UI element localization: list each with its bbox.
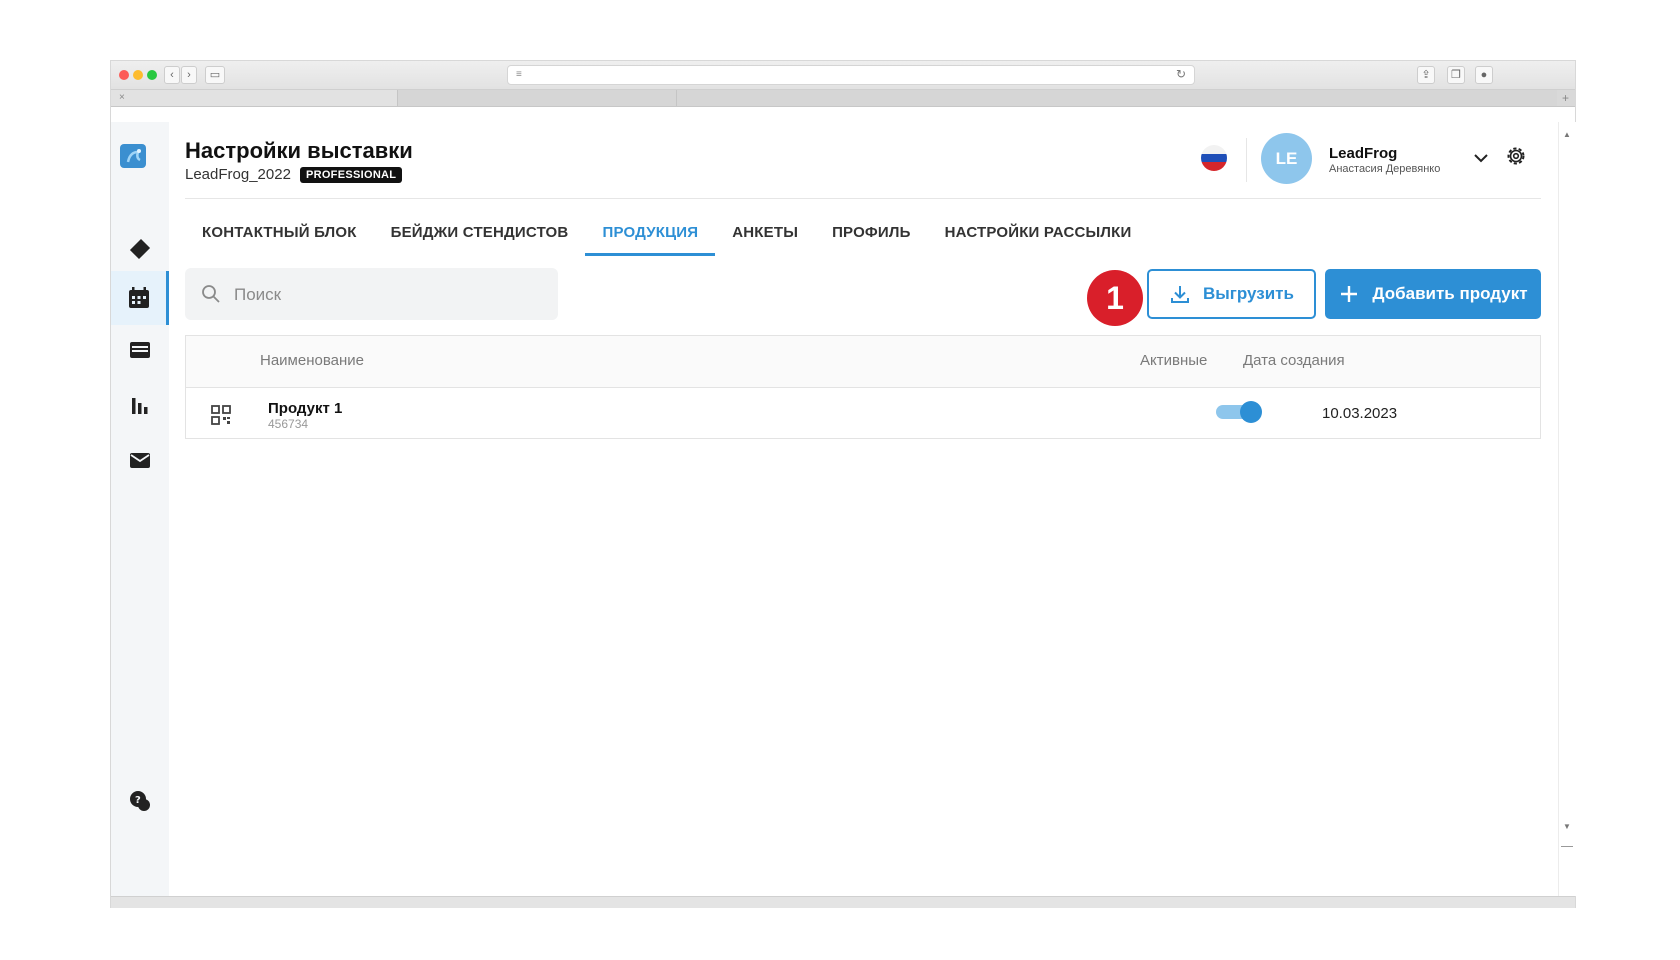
vertical-scrollbar[interactable]: ▲ ▼ <box>1558 122 1576 896</box>
products-table: Наименование Активные Дата создания Прод… <box>185 335 1541 439</box>
add-product-button[interactable]: Добавить продукт <box>1325 269 1541 319</box>
sidebar-item-cards[interactable] <box>111 323 169 377</box>
step-marker: 1 <box>1087 270 1143 326</box>
address-bar[interactable]: ≡ ↻ <box>507 65 1195 85</box>
search-box <box>185 268 558 320</box>
tab-mailing-settings[interactable]: НАСТРОЙКИ РАССЫЛКИ <box>928 210 1149 256</box>
calendar-icon <box>128 287 149 308</box>
sidebar-item-tickets[interactable] <box>111 222 169 276</box>
close-window-icon[interactable] <box>119 70 129 80</box>
mail-icon <box>130 453 150 468</box>
header-divider <box>1246 138 1247 182</box>
help-chat-icon: ? <box>130 791 150 811</box>
search-icon <box>202 285 220 303</box>
sidebar: ? <box>111 122 169 896</box>
export-button-label: Выгрузить <box>1203 284 1294 303</box>
exhibition-name: LeadFrog_2022 <box>185 166 291 183</box>
column-header-active[interactable]: Активные <box>1140 352 1207 369</box>
add-product-button-label: Добавить продукт <box>1372 284 1528 303</box>
export-button[interactable]: Выгрузить <box>1147 269 1316 319</box>
close-tab-icon[interactable]: × <box>119 92 125 103</box>
exhibition-subtitle: LeadFrog_2022 PROFESSIONAL <box>185 166 403 183</box>
column-header-date[interactable]: Дата создания <box>1243 352 1345 369</box>
table-header: Наименование Активные Дата создания <box>186 336 1540 388</box>
header-separator <box>185 198 1541 199</box>
avatar[interactable]: LE <box>1261 133 1312 184</box>
maximize-window-icon[interactable] <box>147 70 157 80</box>
browser-titlebar: ‹ › ▭ ≡ ↻ ⇪ ❐ ● <box>111 61 1575 90</box>
back-icon[interactable]: ‹ <box>164 66 180 84</box>
browser-window: ‹ › ▭ ≡ ↻ ⇪ ❐ ● × + ? Настройки выставки… <box>111 61 1576 908</box>
sidebar-item-analytics[interactable] <box>111 378 169 432</box>
reader-icon: ≡ <box>516 69 522 80</box>
search-input[interactable] <box>232 280 536 310</box>
product-created-date: 10.03.2023 <box>1322 405 1398 422</box>
qr-icon[interactable] <box>210 404 232 426</box>
product-name: Продукт 1 <box>268 400 343 417</box>
bar-chart-icon <box>132 398 148 414</box>
plan-badge: PROFESSIONAL <box>299 166 403 183</box>
tab-profile[interactable]: ПРОФИЛЬ <box>815 210 928 256</box>
sidebar-toggle-icon[interactable]: ▭ <box>205 66 225 84</box>
tab-questionnaires[interactable]: АНКЕТЫ <box>715 210 815 256</box>
product-code: 456734 <box>268 417 309 431</box>
app-content: ? Настройки выставки LeadFrog_2022 PROFE… <box>111 122 1558 896</box>
card-icon <box>130 342 150 358</box>
forward-icon[interactable]: › <box>181 66 197 84</box>
user-company: LeadFrog <box>1329 145 1398 162</box>
tab-staff-badges[interactable]: БЕЙДЖИ СТЕНДИСТОВ <box>374 210 586 256</box>
scroll-end-line <box>1561 846 1573 847</box>
browser-tab[interactable] <box>677 90 1557 106</box>
browser-tab[interactable] <box>398 90 677 106</box>
column-header-name[interactable]: Наименование <box>260 352 364 369</box>
download-icon <box>1171 286 1190 303</box>
scroll-down-icon[interactable]: ▼ <box>1563 822 1571 831</box>
sidebar-item-mail[interactable] <box>111 433 169 487</box>
active-toggle[interactable] <box>1216 400 1262 423</box>
plus-icon <box>1341 286 1358 302</box>
chevron-down-icon[interactable] <box>1472 149 1490 167</box>
tab-contact-block[interactable]: КОНТАКТНЫЙ БЛОК <box>185 210 374 256</box>
tab-products[interactable]: ПРОДУКЦИЯ <box>585 210 716 256</box>
page-title: Настройки выставки <box>185 138 413 163</box>
sidebar-item-exhibition[interactable] <box>111 271 169 325</box>
table-row[interactable]: Продукт 1 456734 10.03.2023 <box>186 388 1540 438</box>
flag-icon[interactable] <box>1201 145 1227 171</box>
tabs-overview-icon[interactable]: ❐ <box>1447 66 1465 84</box>
logo-icon[interactable] <box>118 140 150 172</box>
user-fullname: Анастасия Деревянко <box>1329 163 1441 175</box>
extension-icon[interactable]: ● <box>1475 66 1493 84</box>
scroll-up-icon[interactable]: ▲ <box>1563 130 1571 139</box>
browser-tab[interactable]: × <box>111 90 398 106</box>
reload-icon[interactable]: ↻ <box>1176 67 1186 81</box>
sidebar-item-help[interactable]: ? <box>111 774 169 828</box>
svg-text:?: ? <box>135 795 141 806</box>
toggle-knob <box>1240 401 1262 423</box>
gear-icon[interactable] <box>1504 144 1528 168</box>
ticket-icon <box>129 238 151 260</box>
section-tabs: КОНТАКТНЫЙ БЛОК БЕЙДЖИ СТЕНДИСТОВ ПРОДУК… <box>185 210 1148 256</box>
new-tab-icon[interactable]: + <box>1562 90 1569 106</box>
browser-statusbar <box>111 896 1575 908</box>
share-icon[interactable]: ⇪ <box>1417 66 1435 84</box>
browser-tabbar: × + <box>111 90 1575 107</box>
minimize-window-icon[interactable] <box>133 70 143 80</box>
